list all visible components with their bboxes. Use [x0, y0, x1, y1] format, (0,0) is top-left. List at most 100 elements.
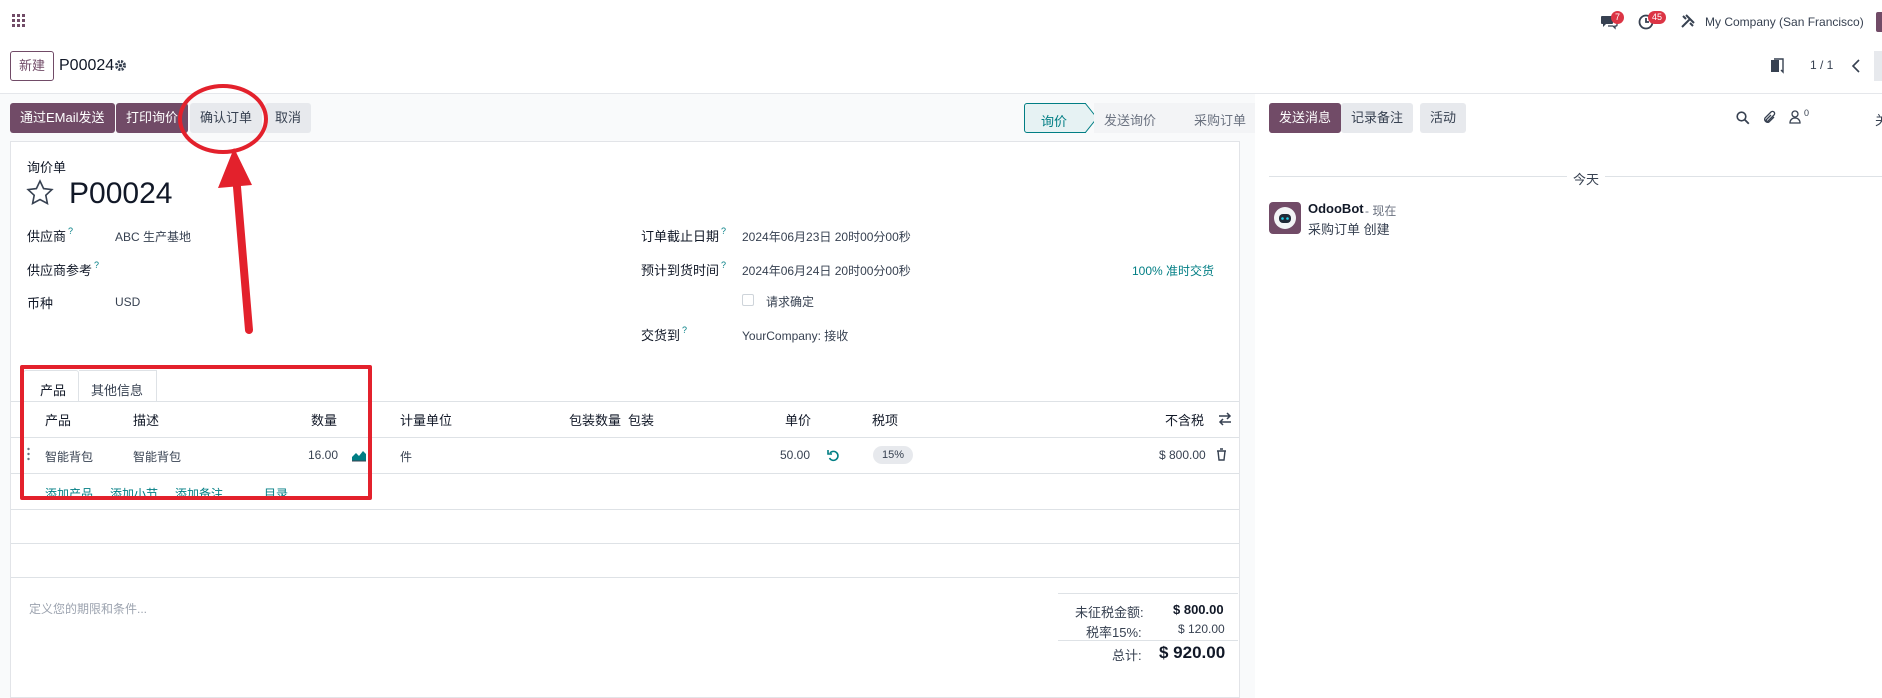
order-deadline-field[interactable]: 2024年06月23日 20时00分00秒	[742, 228, 911, 245]
gear-icon[interactable]	[114, 59, 127, 72]
control-panel: 新建 P00024 1 / 1	[0, 42, 1882, 94]
deliver-to-field[interactable]: YourCompany: 接收	[742, 327, 848, 344]
add-section-link[interactable]: 添加小节	[110, 485, 158, 502]
pager-next-button[interactable]	[1874, 51, 1882, 81]
on-time-rate: 100% 准时交货	[1132, 264, 1215, 278]
tab-label: 其他信息	[91, 383, 144, 398]
column-header-description[interactable]: 描述	[133, 410, 159, 429]
send-by-email-button[interactable]: 通过EMail发送	[10, 103, 115, 133]
annotation-arrow	[218, 148, 253, 334]
total-value: $ 920.00	[1159, 643, 1226, 662]
vendor-reference-field[interactable]	[115, 256, 495, 278]
row-description[interactable]: 智能背包	[133, 448, 181, 465]
record-name: P00024	[69, 177, 173, 210]
add-product-link[interactable]: 添加产品	[45, 485, 93, 502]
column-header-uom[interactable]: 计量单位	[400, 410, 452, 429]
status-step-purchase[interactable]: 采购订单	[1174, 103, 1256, 133]
deliver-to-label: 交货到?	[641, 325, 687, 344]
user-avatar[interactable]	[1876, 12, 1882, 32]
status-step-label: 发送询价	[1104, 113, 1157, 128]
optional-columns-icon[interactable]	[1218, 412, 1232, 426]
tabs-divider	[11, 401, 1239, 402]
total-label: 总计:	[1112, 648, 1142, 663]
star-icon[interactable]	[25, 178, 55, 208]
status-step-rfq[interactable]: 询价	[1024, 103, 1086, 133]
row-subtotal: $ 800.00	[1159, 448, 1206, 462]
company-switcher[interactable]: My Company (San Francisco)	[1705, 15, 1864, 29]
deliver-to-label-text: 交货到	[641, 328, 681, 343]
vendor-field[interactable]: ABC 生产基地	[115, 228, 191, 245]
pager-previous-button[interactable]	[1838, 51, 1874, 81]
tax-badge[interactable]: 15%	[873, 446, 914, 464]
row-divider	[11, 473, 1239, 474]
followers-icon[interactable]	[1789, 110, 1801, 124]
search-icon[interactable]	[1736, 111, 1750, 125]
message-author[interactable]: OdooBot	[1308, 201, 1364, 216]
request-confirmation-label: 请求确定	[766, 295, 815, 309]
column-header-taxes[interactable]: 税项	[872, 410, 898, 429]
form-sheet: 询价单 P00024 供应商? ABC 生产基地 供应商参考? 币种 USD 订…	[10, 141, 1240, 698]
app-menu-icon[interactable]	[12, 14, 26, 28]
currency-field[interactable]: USD	[115, 295, 140, 309]
untaxed-amount-value: $ 800.00	[1173, 602, 1224, 617]
tab-label: 产品	[40, 383, 67, 398]
expected-arrival-label-text: 预计到货时间	[641, 263, 720, 278]
status-step-label: 采购订单	[1194, 113, 1247, 128]
column-header-packaging-qty[interactable]: 包装数量	[569, 410, 621, 429]
tab-products[interactable]: 产品	[23, 370, 79, 402]
help-tooltip-icon[interactable]: ?	[721, 226, 726, 236]
attachment-icon[interactable]	[1763, 110, 1777, 125]
catalog-link[interactable]: 目录	[264, 485, 288, 502]
top-navbar: 7 45 My Company (San Francisco)	[0, 0, 1882, 42]
help-tooltip-icon[interactable]: ?	[682, 325, 687, 335]
today-separator-right	[1605, 176, 1882, 177]
status-step-sent[interactable]: 发送询价	[1094, 103, 1174, 133]
pager-value[interactable]: 1 / 1	[1810, 58, 1833, 72]
empty-row-divider-1	[11, 543, 1239, 544]
debug-tools-icon[interactable]	[1680, 13, 1696, 29]
message-time: - 现在	[1365, 204, 1397, 218]
send-message-button[interactable]: 发送消息	[1269, 103, 1342, 133]
delete-line-icon[interactable]	[1216, 448, 1227, 461]
expected-arrival-label: 预计到货时间?	[641, 260, 726, 279]
drag-handle-icon[interactable]	[27, 447, 30, 461]
row-unit-price[interactable]: 50.00	[780, 448, 810, 462]
row-uom[interactable]: 件	[400, 448, 412, 465]
status-bar: 询价 发送询价 采购订单	[1024, 103, 1256, 133]
column-header-packaging[interactable]: 包装	[628, 410, 654, 429]
forecast-chart-icon[interactable]	[351, 449, 367, 462]
tax-amount-label: 税率15%:	[1086, 625, 1142, 640]
tax-badge-label: 15%	[882, 449, 905, 461]
avatar	[1269, 202, 1301, 234]
column-header-subtotal[interactable]: 不含税	[1165, 410, 1204, 429]
new-button[interactable]: 新建	[10, 51, 55, 81]
add-note-link[interactable]: 添加备注	[175, 485, 223, 502]
column-header-unit-price[interactable]: 单价	[785, 410, 811, 429]
request-confirmation-checkbox[interactable]	[742, 294, 754, 306]
order-deadline-label: 订单截止日期?	[641, 226, 726, 245]
log-note-button[interactable]: 记录备注	[1341, 103, 1414, 133]
chatter-panel: 发送消息 记录备注 活动 0 关 今天 OdooBot - 现在 采购订单 创建	[1255, 94, 1882, 698]
cancel-button[interactable]: 取消	[265, 103, 312, 133]
print-rfq-button[interactable]: 打印询价	[116, 103, 189, 133]
column-header-product[interactable]: 产品	[45, 410, 71, 429]
help-tooltip-icon[interactable]: ?	[94, 260, 99, 270]
help-tooltip-icon[interactable]: ?	[721, 260, 726, 270]
row-product[interactable]: 智能背包	[45, 448, 93, 465]
expected-arrival-field[interactable]: 2024年06月24日 20时00分00秒	[742, 262, 911, 279]
terms-and-conditions-field[interactable]: 定义您的期限和条件...	[29, 600, 147, 617]
help-tooltip-icon[interactable]: ?	[68, 226, 73, 236]
chatter-close-button[interactable]: 关	[1875, 110, 1882, 129]
activities-button[interactable]: 活动	[1420, 103, 1467, 133]
breadcrumb-record: P00024	[59, 57, 115, 74]
tab-other-info[interactable]: 其他信息	[79, 370, 157, 402]
confirm-order-button[interactable]: 确认订单	[190, 103, 263, 133]
row-quantity[interactable]: 16.00	[308, 448, 338, 462]
reset-price-icon[interactable]	[827, 449, 840, 462]
bookmark-icon[interactable]	[1770, 58, 1784, 74]
tax-amount-value: $ 120.00	[1178, 622, 1225, 636]
today-separator-left	[1269, 176, 1567, 177]
column-header-quantity[interactable]: 数量	[311, 410, 337, 429]
vendor-reference-label-text: 供应商参考	[27, 263, 93, 278]
currency-label: 币种	[27, 296, 54, 311]
